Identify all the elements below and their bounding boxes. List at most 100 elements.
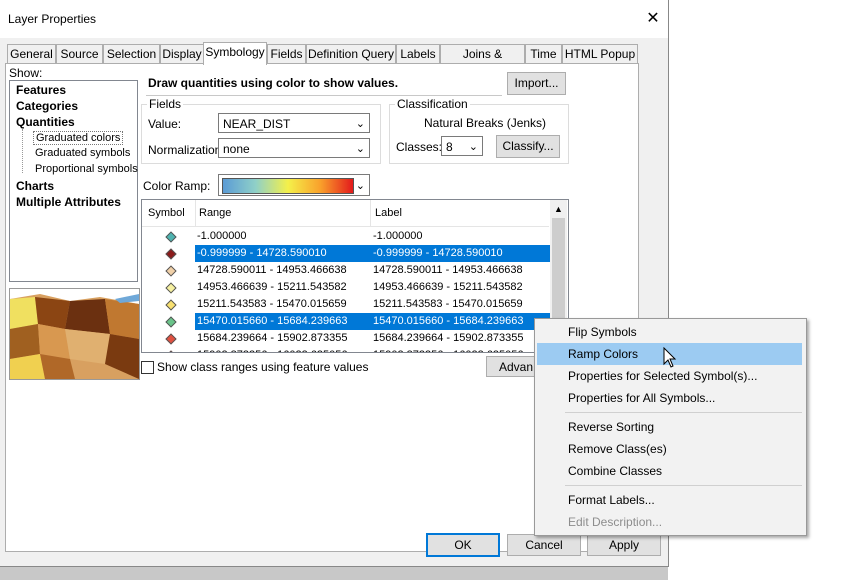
menu-item-format-labels[interactable]: Format Labels... <box>537 489 802 511</box>
menu-item-reverse-sorting[interactable]: Reverse Sorting <box>537 416 802 438</box>
chevron-up-icon[interactable]: ▲ <box>554 204 563 214</box>
header-range[interactable]: Range <box>199 207 231 219</box>
symbol-swatch[interactable] <box>165 333 177 345</box>
import-button[interactable]: Import... <box>507 72 566 95</box>
show-tree: Features Categories Quantities Graduated… <box>9 80 138 282</box>
color-ramp-label: Color Ramp: <box>143 179 211 193</box>
ok-button[interactable]: OK <box>426 533 500 557</box>
show-item-graduated-symbols[interactable]: Graduated symbols <box>35 147 130 159</box>
chevron-down-icon: ⌄ <box>468 141 478 153</box>
title-bar <box>0 0 668 38</box>
show-class-ranges-checkbox[interactable] <box>141 361 154 374</box>
range-cell[interactable]: 15902.873356 - 16023.635056 <box>195 347 372 352</box>
color-ramp-dropdown[interactable]: ⌄ <box>218 174 370 196</box>
normalization-dropdown[interactable]: none ⌄ <box>218 138 370 158</box>
label-cell[interactable]: -1.000000 <box>371 228 551 245</box>
tab-html-popup[interactable]: HTML Popup <box>562 44 638 64</box>
range-cell[interactable]: 14728.590011 - 14953.466638 <box>195 262 372 279</box>
tab-general[interactable]: General <box>7 44 56 64</box>
table-header: Symbol Range Label <box>142 200 549 227</box>
symbol-swatch[interactable] <box>165 265 177 277</box>
table-row[interactable]: 15211.543583 - 15470.015659 15211.543583 … <box>142 296 549 313</box>
label-cell[interactable]: 15211.543583 - 15470.015659 <box>371 296 551 313</box>
tree-line <box>22 129 24 173</box>
window-title: Layer Properties <box>8 12 97 26</box>
tab-symbology[interactable]: Symbology <box>203 42 267 65</box>
symbol-swatch[interactable] <box>165 299 177 311</box>
normalization-dropdown-text: none <box>223 142 250 156</box>
classes-dropdown[interactable]: 8 ⌄ <box>441 136 483 156</box>
symbol-swatch[interactable] <box>165 282 177 294</box>
menu-item-remove-classes[interactable]: Remove Class(es) <box>537 438 802 460</box>
table-row[interactable]: 14953.466639 - 15211.543582 14953.466639 … <box>142 279 549 296</box>
show-item-graduated-colors[interactable]: Graduated colors <box>33 131 124 145</box>
menu-separator <box>565 485 802 486</box>
scrollbar-thumb[interactable] <box>552 218 565 318</box>
show-item-quantities[interactable]: Quantities <box>16 115 75 129</box>
symbol-swatch[interactable] <box>165 231 177 243</box>
tab-source[interactable]: Source <box>56 44 103 64</box>
classes-label: Classes: <box>396 140 443 154</box>
table-row[interactable]: 15902.873356 - 16023.63505615902.873356 … <box>142 347 551 352</box>
label-cell[interactable]: -0.999999 - 14728.590010 <box>371 245 551 262</box>
map-preview-image <box>9 288 140 380</box>
table-row[interactable]: 15470.015660 - 15684.239663 15470.015660 … <box>142 313 551 330</box>
normalization-label: Normalization: <box>148 143 225 157</box>
show-item-proportional-symbols[interactable]: Proportional symbols <box>35 163 138 175</box>
show-item-features[interactable]: Features <box>16 83 66 97</box>
menu-item-flip-symbols[interactable]: Flip Symbols <box>537 321 802 343</box>
symbol-swatch[interactable] <box>165 316 177 328</box>
tab-selection[interactable]: Selection <box>103 44 160 64</box>
tab-display[interactable]: Display <box>160 44 204 64</box>
tab-joins-relates[interactable]: Joins & Relates <box>440 44 525 80</box>
range-cell[interactable]: 15211.543583 - 15470.015659 <box>195 296 372 313</box>
apply-button[interactable]: Apply <box>587 534 661 556</box>
label-cell[interactable]: 15902.873356 - 16023.635056 <box>371 347 551 352</box>
menu-item-combine-classes[interactable]: Combine Classes <box>537 460 802 482</box>
table-row[interactable]: -1.000000 -1.000000 <box>142 228 549 245</box>
show-item-categories[interactable]: Categories <box>16 99 78 113</box>
classify-button[interactable]: Classify... <box>496 135 560 158</box>
color-ramp-swatch <box>222 178 354 194</box>
menu-item-properties-all[interactable]: Properties for All Symbols... <box>537 387 802 409</box>
classes-table[interactable]: Symbol Range Label -1.000000 -1.000000 -0.… <box>141 199 569 353</box>
show-item-multiple-attributes[interactable]: Multiple Attributes <box>16 195 121 209</box>
tab-fields[interactable]: Fields <box>267 44 306 64</box>
table-row[interactable]: 15684.239664 - 15902.873355 15684.239664 … <box>142 330 549 347</box>
range-cell[interactable]: -0.999999 - 14728.590010 <box>195 245 372 262</box>
label-cell[interactable]: 14728.590011 - 14953.466638 <box>371 262 551 279</box>
close-icon[interactable]: ✕ <box>640 8 666 30</box>
range-cell[interactable]: 15470.015660 - 15684.239663 <box>195 313 372 330</box>
classes-dropdown-text: 8 <box>446 140 453 154</box>
renderer-description: Draw quantities using color to show valu… <box>148 76 399 90</box>
symbol-swatch[interactable] <box>165 248 177 260</box>
chevron-down-icon: ⌄ <box>355 118 365 130</box>
menu-separator <box>565 412 802 413</box>
chevron-down-icon: ⌄ <box>355 180 365 192</box>
chevron-down-icon: ⌄ <box>355 143 365 155</box>
menu-item-edit-description[interactable]: Edit Description... <box>537 511 802 533</box>
mouse-cursor-icon <box>663 347 677 368</box>
show-label: Show: <box>9 66 43 80</box>
cancel-button[interactable]: Cancel <box>507 534 581 556</box>
range-cell[interactable]: 15684.239664 - 15902.873355 <box>195 330 372 347</box>
classification-method: Natural Breaks (Jenks) <box>424 116 547 130</box>
value-dropdown[interactable]: NEAR_DIST ⌄ <box>218 113 370 133</box>
tab-definition-query[interactable]: Definition Query <box>306 44 396 64</box>
header-label[interactable]: Label <box>375 207 402 219</box>
tab-labels[interactable]: Labels <box>396 44 440 64</box>
value-label: Value: <box>148 117 182 131</box>
label-cell[interactable]: 15684.239664 - 15902.873355 <box>371 330 551 347</box>
label-cell[interactable]: 15470.015660 - 15684.239663 <box>371 313 551 330</box>
range-cell[interactable]: 14953.466639 - 15211.543582 <box>195 279 372 296</box>
table-row[interactable]: -0.999999 - 14728.590010 -0.999999 - 1472… <box>142 245 551 262</box>
table-row[interactable]: 14728.590011 - 14953.466638 14728.590011 … <box>142 262 549 279</box>
label-cell[interactable]: 14953.466639 - 15211.543582 <box>371 279 551 296</box>
range-cell[interactable]: -1.000000 <box>195 228 372 245</box>
classification-group-title: Classification <box>395 97 470 111</box>
tab-time[interactable]: Time <box>525 44 562 64</box>
value-dropdown-text: NEAR_DIST <box>223 117 291 131</box>
header-symbol[interactable]: Symbol <box>148 207 185 219</box>
show-item-charts[interactable]: Charts <box>16 179 54 193</box>
symbol-swatch[interactable] <box>165 350 177 352</box>
